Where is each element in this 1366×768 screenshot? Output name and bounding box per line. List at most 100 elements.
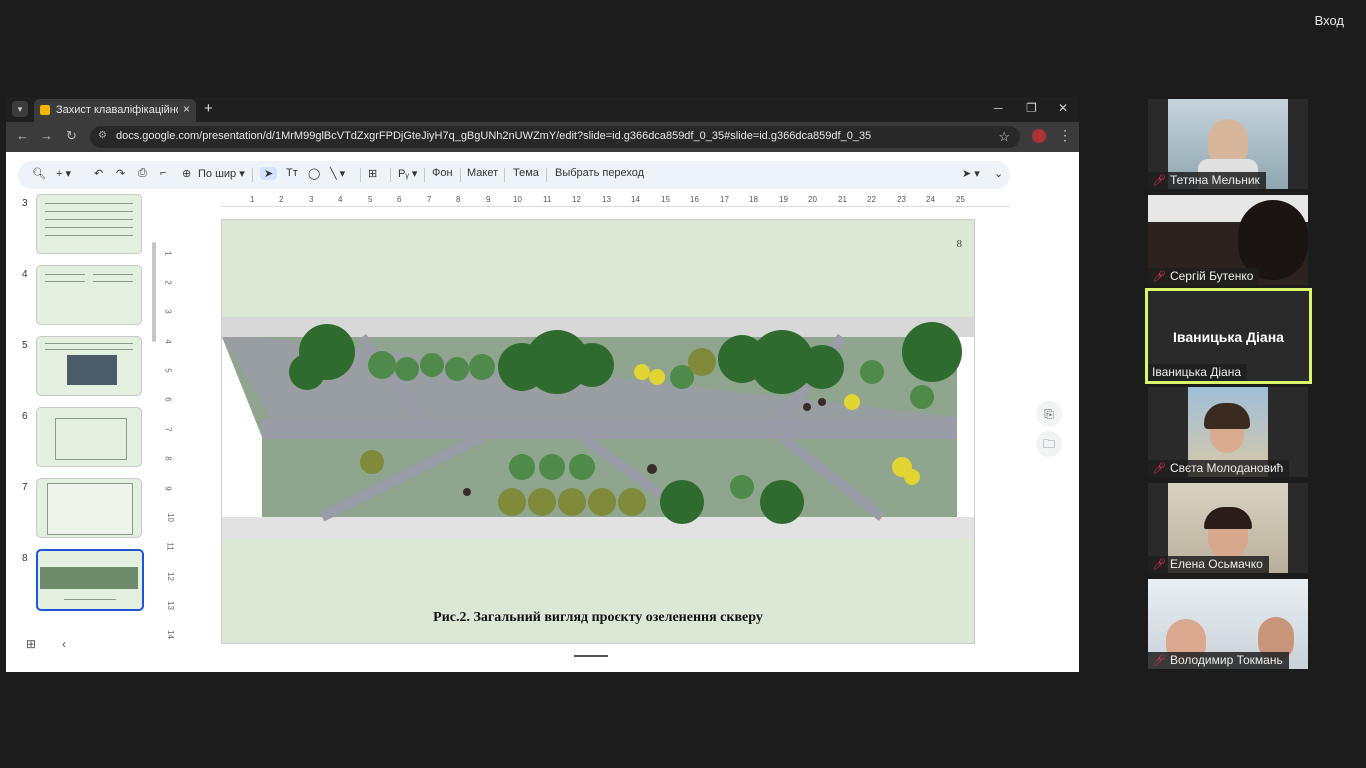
undo-icon[interactable]: ↶: [94, 167, 103, 180]
landscape-plan-image[interactable]: [222, 317, 974, 539]
toolbar-divider: [546, 168, 547, 182]
address-bar: ← → ↻ ⚙ docs.google.com/presentation/d/1…: [6, 122, 1079, 152]
url-field[interactable]: ⚙ docs.google.com/presentation/d/1MrM99g…: [90, 126, 1020, 148]
new-tab-icon[interactable]: +: [204, 100, 213, 117]
slide-thumbnail-active[interactable]: [36, 549, 144, 611]
ruler-tick: 1: [250, 195, 255, 204]
bookmark-star-icon[interactable]: ☆: [998, 129, 1010, 145]
print-icon[interactable]: ⎙: [138, 167, 147, 180]
plan-image: [40, 567, 138, 589]
mic-muted-icon: 🎤︎: [1152, 463, 1166, 475]
ruler-tick: 10: [513, 195, 522, 204]
slide-thumbnail[interactable]: [36, 407, 142, 467]
participant-name-tag: 🎤︎ Тетяна Мельник: [1148, 172, 1266, 189]
search-menus-icon[interactable]: 🔍︎: [32, 167, 46, 180]
slide-thumbnail[interactable]: [36, 194, 142, 254]
ruler-tick: 4: [163, 339, 173, 344]
toolbar-divider: [360, 168, 361, 182]
toolbar-divider: [252, 168, 253, 182]
line-icon[interactable]: ╲ ▾: [330, 167, 345, 180]
toolbar-divider: [390, 168, 391, 182]
paint-format-icon[interactable]: ⌐: [160, 167, 166, 179]
redo-icon[interactable]: ↷: [116, 167, 125, 180]
collapse-toolbar-icon[interactable]: ⌄: [994, 167, 1003, 180]
participant-tile[interactable]: 🎤︎ Елена Осьмачко: [1148, 483, 1308, 573]
participant-name-tag: 🎤︎ Володимир Токмань: [1148, 652, 1289, 669]
background-button[interactable]: Фон: [432, 167, 453, 179]
browser-tab[interactable]: Захист клаваліфікаційної робо ×: [34, 99, 196, 122]
tab-title: Захист клаваліфікаційної робо: [56, 104, 178, 116]
toolbar-divider: [460, 168, 461, 182]
ruler-tick: 1: [163, 251, 173, 256]
tab-search-icon[interactable]: ▾: [12, 101, 28, 117]
ruler-tick: 7: [427, 195, 432, 204]
login-button[interactable]: Вход: [1309, 10, 1350, 31]
ruler-tick: 9: [486, 195, 491, 204]
participant-name: Володимир Токмань: [1169, 653, 1283, 667]
ruler-tick: 22: [867, 195, 876, 204]
slide-thumbnail[interactable]: [36, 265, 142, 325]
ruler-tick: 14: [165, 630, 175, 639]
select-tool-icon[interactable]: ➤: [260, 167, 278, 180]
maximize-icon[interactable]: ❐: [1026, 101, 1037, 115]
tab-bar: ▾ Захист клаваліфікаційної робо × + ─ ❐ …: [6, 97, 1079, 122]
browser-menu-icon[interactable]: ⋮: [1058, 127, 1072, 144]
thumbnail-number: 7: [22, 482, 28, 493]
speaker-notes-handle[interactable]: [574, 655, 608, 657]
input-tools-icon[interactable]: Pᵧ ▾: [398, 167, 417, 180]
pointer-mode-icon[interactable]: ➤ ▾: [962, 167, 980, 180]
participant-tile[interactable]: 🎤︎ Сергій Бутенко: [1148, 195, 1308, 285]
ruler-tick: 14: [631, 195, 640, 204]
slide-thumbnail[interactable]: [36, 336, 142, 396]
active-speaker-tile[interactable]: Іваницька Діана Іваницька Діана: [1145, 288, 1312, 384]
minimize-icon[interactable]: ─: [994, 101, 1003, 115]
ruler-tick: 8: [456, 195, 461, 204]
participant-name-tag: Іваницька Діана: [1148, 364, 1247, 381]
theme-button[interactable]: Тема: [513, 167, 539, 179]
layout-button[interactable]: Макет: [467, 167, 498, 179]
ruler-tick: 16: [690, 195, 699, 204]
new-slide-icon[interactable]: + ▾: [56, 167, 71, 180]
zoom-icon[interactable]: ⊕: [182, 167, 191, 180]
ruler-tick: 24: [926, 195, 935, 204]
comment-icon[interactable]: ⊞: [368, 167, 377, 180]
participant-name-tag: 🎤︎ Свєта Молодановић: [1148, 460, 1290, 477]
forward-icon[interactable]: →: [40, 128, 53, 143]
url-text: docs.google.com/presentation/d/1MrM99glB…: [116, 130, 872, 142]
site-info-icon[interactable]: ⚙: [98, 130, 107, 141]
collapse-panel-icon[interactable]: ‹: [62, 637, 66, 651]
ruler-tick: 9: [163, 486, 173, 491]
ruler-tick: 15: [661, 195, 670, 204]
ruler-tick: 19: [779, 195, 788, 204]
folder-icon[interactable]: 🗀: [1036, 431, 1062, 457]
slide-thumbnail[interactable]: [36, 478, 142, 538]
ruler-tick: 5: [368, 195, 373, 204]
ruler-tick: 23: [897, 195, 906, 204]
close-tab-icon[interactable]: ×: [183, 102, 190, 116]
explore-icon[interactable]: ⎘: [1036, 401, 1062, 427]
toolbar-divider: [424, 168, 425, 182]
slide-canvas[interactable]: 8 Рис.2. Загальний вигляд проєкту озелен…: [221, 219, 975, 644]
participant-tile[interactable]: 🎤︎ Тетяна Мельник: [1148, 99, 1308, 189]
ruler-tick: 11: [543, 195, 552, 204]
participant-tile[interactable]: 🎤︎ Володимир Токмань: [1148, 579, 1308, 669]
ruler-tick: 12: [165, 572, 175, 581]
extension-icon[interactable]: [1032, 129, 1046, 143]
thumbnail-scrollbar[interactable]: [152, 242, 156, 342]
participant-name: Сергій Бутенко: [1169, 269, 1254, 283]
zoom-select[interactable]: По шир ▾: [198, 167, 245, 180]
shape-icon[interactable]: ◯: [308, 167, 320, 180]
ruler-tick: 6: [397, 195, 402, 204]
grid-view-icon[interactable]: ⊞: [26, 637, 36, 651]
ruler-tick: 13: [602, 195, 611, 204]
back-icon[interactable]: ←: [16, 128, 29, 143]
toolbar-divider: [504, 168, 505, 182]
reload-icon[interactable]: ↻: [66, 128, 77, 144]
participant-name: Свєта Молодановић: [1169, 461, 1284, 475]
participant-tile[interactable]: 🎤︎ Свєта Молодановић: [1148, 387, 1308, 477]
transition-button[interactable]: Выбрать переход: [555, 167, 644, 179]
ruler-tick: 7: [163, 427, 173, 432]
close-window-icon[interactable]: ✕: [1058, 101, 1068, 115]
ruler-tick: 20: [808, 195, 817, 204]
text-box-icon[interactable]: Tт: [286, 167, 298, 179]
